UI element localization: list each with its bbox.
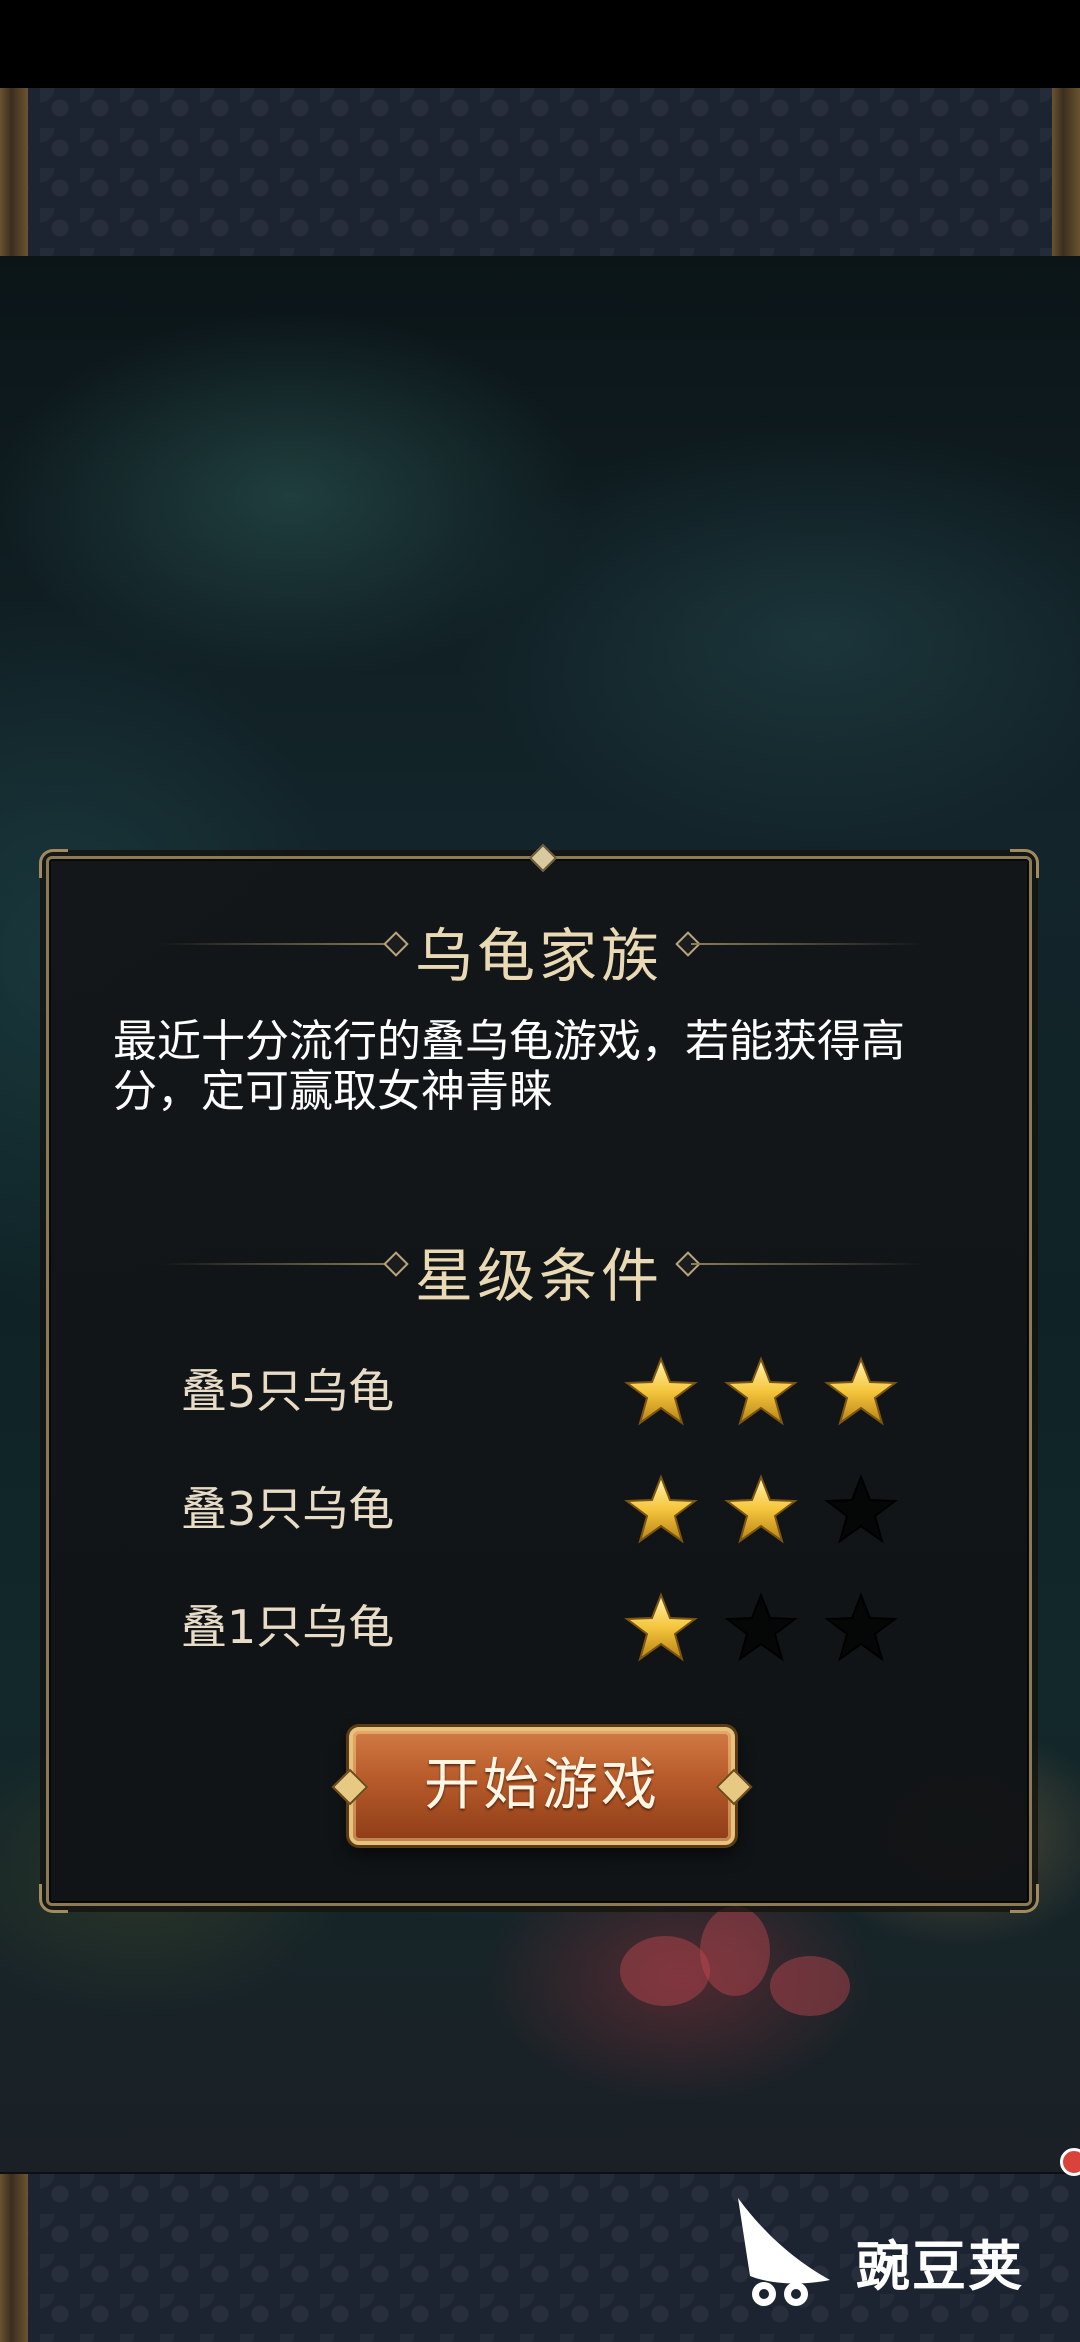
empty-star-icon [823,1591,899,1663]
panel-corner [1010,849,1039,878]
panel-top-gem [528,843,558,873]
section-divider-right [691,1263,923,1265]
condition-label: 叠1只乌龟 [181,1600,395,1654]
coral-decoration [770,1956,850,2016]
condition-row: 叠3只乌龟 [49,1469,1029,1549]
floating-dot[interactable] [1060,2148,1080,2176]
game-title: 乌龟家族 [414,922,663,990]
band-edge [0,2174,28,2342]
gold-star-icon [723,1473,799,1545]
gold-star-icon [623,1473,699,1545]
start-game-button[interactable]: 开始游戏 [331,1727,753,1845]
start-game-label: 开始游戏 [424,1753,660,1818]
condition-label: 叠5只乌龟 [181,1364,395,1418]
band-edge [1052,88,1080,256]
watermark-text: 豌豆荚 [856,2235,1024,2298]
underwater-background: 乌龟家族 最近十分流行的叠乌龟游戏，若能获得高分，定可赢取女神青睐 星级条件 叠… [0,256,1080,2172]
band-edge [0,88,28,256]
watermark-logo: 豌豆荚 [730,2188,1060,2318]
panel-corner [39,849,68,878]
gold-star-icon [823,1355,899,1427]
panel-corner [39,1884,68,1913]
wandoujia-logo-icon [738,2198,830,2306]
gold-star-icon [623,1591,699,1663]
button-knob [715,1768,753,1806]
button-knob [331,1768,369,1806]
coral-decoration [620,1936,710,2006]
gold-star-icon [723,1355,799,1427]
status-bar [0,0,1080,88]
empty-star-icon [723,1591,799,1663]
star-conditions-title: 星级条件 [414,1242,663,1310]
condition-label: 叠3只乌龟 [181,1482,395,1536]
condition-row: 叠5只乌龟 [49,1351,1029,1431]
empty-star-icon [823,1473,899,1545]
coral-decoration [700,1906,770,1996]
game-description: 最近十分流行的叠乌龟游戏，若能获得高分，定可赢取女神青睐 [113,1016,905,1117]
gold-star-icon [623,1355,699,1427]
condition-row: 叠1只乌龟 [49,1587,1029,1667]
panel-corner [1010,1884,1039,1913]
level-info-panel: 乌龟家族 最近十分流行的叠乌龟游戏，若能获得高分，定可赢取女神青睐 星级条件 叠… [39,843,1039,1913]
title-divider-right [691,943,923,945]
top-pattern-band [0,88,1080,258]
